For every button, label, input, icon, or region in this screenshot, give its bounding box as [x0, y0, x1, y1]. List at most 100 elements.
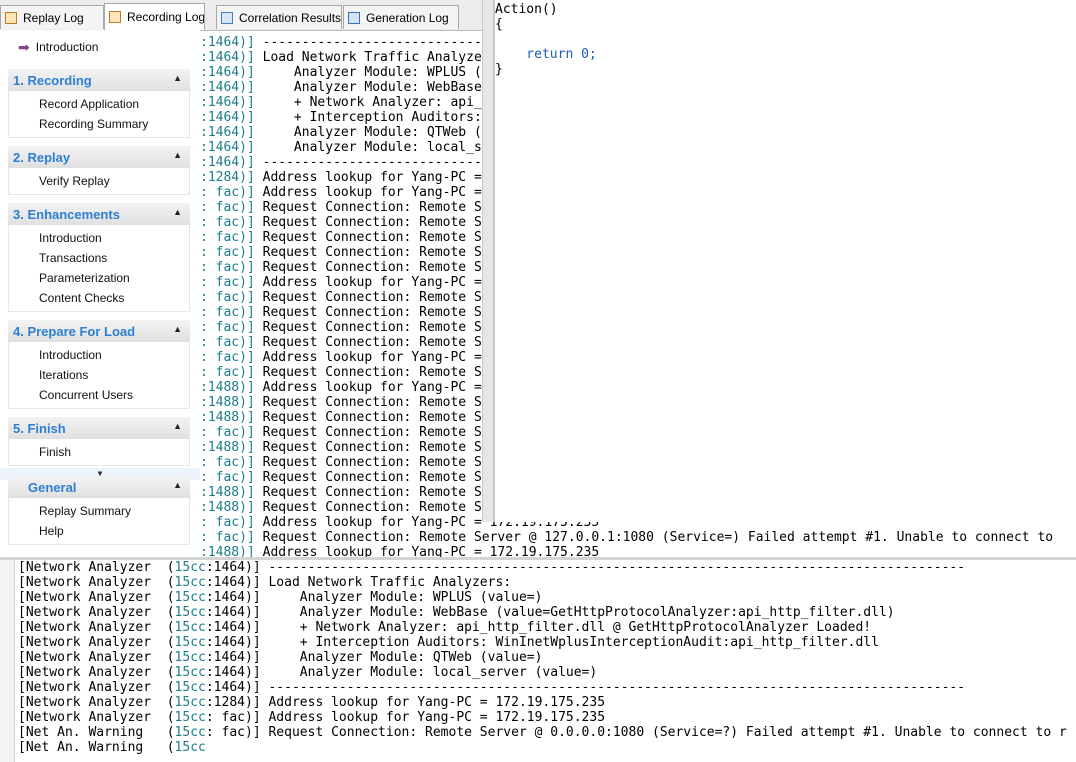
log-line: [Network Analyzer (15cc:1464)] Analyzer …	[18, 650, 542, 665]
group-title: 2. Replay	[13, 149, 71, 165]
sidebar-item[interactable]: Transactions	[9, 248, 189, 268]
script-line: {	[495, 17, 503, 32]
log-message: + Network Analyzer: api_http_filter.dll …	[268, 620, 872, 635]
recording-log-icon	[109, 11, 121, 23]
chevron-up-icon[interactable]: ▲	[173, 324, 182, 334]
log-thread-id: : fac)]	[200, 335, 263, 350]
log-message: + Interception Auditors: WinInetWplusInt…	[268, 635, 879, 650]
group-header[interactable]: 1. Recording ▲	[8, 69, 190, 91]
log-message: ----------------------------------------…	[268, 560, 966, 575]
sidebar-item[interactable]: Parameterization	[9, 268, 189, 288]
group-recording: 1. Recording ▲ Record Application Recordi…	[8, 69, 190, 138]
log-thread-id: :1464)]	[200, 140, 263, 155]
log-line: [Network Analyzer (15cc:1284)] Address l…	[18, 695, 605, 710]
log-thread-id: : fac)]	[200, 530, 263, 545]
group-general: General ▲ Replay Summary Help	[8, 476, 190, 545]
log-message: Request Connection: Remote Server @ 127.…	[262, 530, 1054, 545]
log-process-id: 15cc	[174, 740, 206, 755]
sidebar-item[interactable]: Record Application	[9, 94, 189, 114]
introduction-link[interactable]: ➡ Introduction	[18, 38, 98, 56]
group-header[interactable]: General ▲	[8, 476, 190, 498]
log-thread-id: : fac)]	[200, 305, 263, 320]
group-title: General	[28, 479, 77, 495]
sidebar-item[interactable]: Introduction	[9, 228, 189, 248]
log-thread-id: :1464)]	[200, 65, 263, 80]
chevron-up-icon[interactable]: ▲	[173, 73, 182, 83]
sidebar-item[interactable]: Help	[9, 521, 189, 541]
log-process-id: 15cc	[174, 620, 206, 635]
group-prepare-for-load: 4. Prepare For Load ▲ Introduction Iterat…	[8, 320, 190, 409]
log-source: [Network Analyzer (	[18, 560, 175, 575]
log-line: : fac)] Request Connection: Remote Serve…	[200, 530, 1053, 545]
group-header[interactable]: 5. Finish ▲	[8, 417, 190, 439]
vertical-splitter[interactable]	[482, 0, 494, 522]
log-source: [Network Analyzer (	[18, 695, 175, 710]
group-header[interactable]: 2. Replay ▲	[8, 146, 190, 168]
log-tab-strip: Replay Log Recording Log Correlation Res…	[0, 0, 484, 31]
log-process-id: 15cc	[174, 590, 206, 605]
log-process-id: 15cc	[174, 575, 206, 590]
log-thread-id: :1464)]	[205, 680, 269, 695]
group-finish: 5. Finish ▲ Finish	[8, 417, 190, 466]
log-line: :1464)] Load Network Traffic Analyzers:	[200, 50, 505, 65]
log-thread-id: :1488)]	[200, 395, 263, 410]
log-thread-id: :1488)]	[200, 440, 263, 455]
chevron-up-icon[interactable]: ▲	[173, 207, 182, 217]
generation-log-icon	[348, 11, 360, 24]
log-thread-id: : fac)]	[200, 350, 263, 365]
group-title: 5. Finish	[13, 420, 66, 436]
log-message: Address lookup for Yang-PC = 172.19.175.…	[268, 695, 606, 710]
sidebar-item[interactable]: Replay Summary	[9, 501, 189, 521]
log-thread-id: :1488)]	[200, 485, 263, 500]
group-replay: 2. Replay ▲ Verify Replay	[8, 146, 190, 195]
tab-recording-log[interactable]: Recording Log	[104, 3, 205, 30]
log-message: Analyzer Module: WebBase (value=GetHttpP…	[268, 605, 895, 620]
log-line: [Network Analyzer (15cc:1464)] Analyzer …	[18, 605, 895, 620]
tab-replay-log[interactable]: Replay Log	[0, 5, 104, 29]
chevron-up-icon[interactable]: ▲	[173, 480, 182, 490]
log-thread-id: :1464)]	[205, 560, 269, 575]
log-thread-id: : fac)]	[200, 185, 263, 200]
lower-log-panel[interactable]: [Network Analyzer (15cc:1464)] ---------…	[0, 560, 1076, 762]
log-thread-id: : fac)]	[200, 260, 263, 275]
log-line: [Net An. Warning (15cc: fac)] Request Co…	[18, 725, 1067, 740]
script-editor[interactable]: Action() { return 0; }	[494, 0, 1076, 522]
log-thread-id: :1464)]	[205, 605, 269, 620]
sidebar-item[interactable]: Content Checks	[9, 288, 189, 308]
log-source: [Network Analyzer (	[18, 680, 175, 695]
log-source: [Network Analyzer (	[18, 650, 175, 665]
introduction-label: Introduction	[35, 40, 99, 54]
log-line: [Network Analyzer (15cc:1464)] + Interce…	[18, 635, 879, 650]
log-thread-id: : fac)]	[200, 425, 263, 440]
chevron-up-icon[interactable]: ▲	[173, 421, 182, 431]
log-thread-id: :1488)]	[200, 500, 263, 515]
sidebar-item[interactable]: Recording Summary	[9, 114, 189, 134]
log-process-id: 15cc	[174, 695, 206, 710]
log-source: [Network Analyzer (	[18, 635, 175, 650]
log-message: Load Network Traffic Analyzers:	[268, 575, 512, 590]
log-source: [Net An. Warning (	[18, 725, 175, 740]
log-thread-id: : fac)]	[200, 290, 263, 305]
log-thread-id: :1464)]	[200, 35, 263, 50]
log-thread-id: :1464)]	[200, 110, 263, 125]
tab-generation-log[interactable]: Generation Log	[343, 5, 459, 29]
log-thread-id: : fac)]	[200, 320, 263, 335]
log-process-id: 15cc	[174, 680, 206, 695]
log-process-id: 15cc	[174, 635, 206, 650]
group-header[interactable]: 3. Enhancements ▲	[8, 203, 190, 225]
sidebar-item[interactable]: Verify Replay	[9, 171, 189, 191]
log-process-id: 15cc	[174, 725, 206, 740]
log-message: Analyzer Module: QTWeb (value=)	[268, 650, 543, 665]
sidebar-item[interactable]: Introduction	[9, 345, 189, 365]
tab-correlation-results[interactable]: Correlation Results	[216, 5, 342, 29]
chevron-up-icon[interactable]: ▲	[173, 150, 182, 160]
log-thread-id: : fac)]	[200, 245, 263, 260]
log-message: ----------------------------------------…	[268, 680, 966, 695]
log-thread-id: :1284)]	[200, 170, 263, 185]
sidebar-item[interactable]: Concurrent Users	[9, 385, 189, 405]
log-thread-id: : fac)]	[200, 215, 263, 230]
log-thread-id: :1284)]	[205, 695, 269, 710]
sidebar-item[interactable]: Finish	[9, 442, 189, 462]
sidebar-item[interactable]: Iterations	[9, 365, 189, 385]
group-header[interactable]: 4. Prepare For Load ▲	[8, 320, 190, 342]
